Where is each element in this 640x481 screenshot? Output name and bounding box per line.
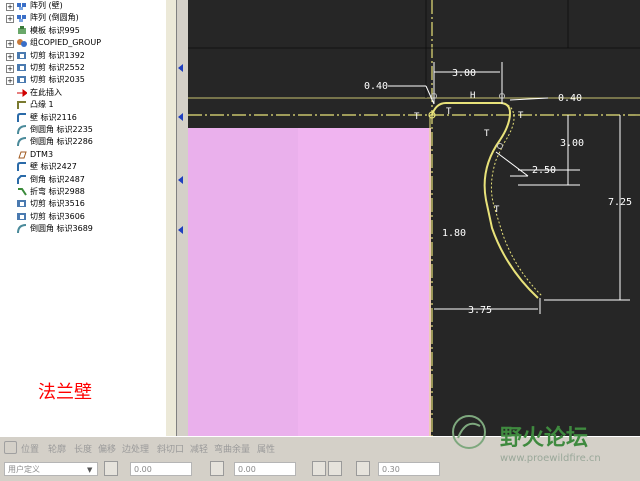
- graphics-window[interactable]: 3.00 0.40 0.40 3.00 2.50 7.25 1.80 3.75 …: [188, 0, 640, 436]
- constraint-tangent: T: [446, 107, 452, 117]
- flange-icon: [17, 100, 27, 110]
- expand-toggle-icon[interactable]: +: [6, 77, 14, 86]
- tree-item-label: 折弯 标识2988: [30, 187, 85, 196]
- constraint-tangent: T: [518, 111, 524, 121]
- chamfer-icon: [17, 174, 27, 185]
- flange-wall-annotation: 法兰壁: [38, 382, 92, 403]
- bend-radius-button[interactable]: [356, 461, 370, 476]
- tree-item-label: 在此插入: [30, 87, 62, 97]
- constraint-tangent: T: [484, 129, 490, 139]
- tree-item-label: 倒角 标识2487: [30, 174, 85, 184]
- cut-icon: [17, 199, 27, 209]
- wall-icon: [4, 441, 17, 454]
- tree-item-label: 切剪 标识3606: [30, 211, 85, 221]
- expand-toggle-icon[interactable]: +: [6, 3, 14, 11]
- constraint-tangent: T: [414, 112, 420, 122]
- expand-toggle-icon[interactable]: +: [6, 65, 14, 73]
- expand-toggle-icon[interactable]: +: [6, 15, 14, 24]
- flange-profile-offset: [490, 102, 543, 297]
- round-icon: [17, 224, 27, 234]
- tree-item-label: 切剪 标识3516: [30, 199, 85, 209]
- tree-item-label: 倒圆角 标识3689: [30, 224, 93, 234]
- tab-relief[interactable]: 减轻: [190, 442, 208, 455]
- wall-icon: [17, 162, 27, 172]
- length-side2-value: 0.00: [238, 465, 256, 474]
- chevron-down-icon[interactable]: ▼: [87, 466, 92, 474]
- tree-item-label: 壁 标识2116: [30, 112, 77, 122]
- tree-item-label: 组COPIED_GROUP: [30, 38, 102, 48]
- cut-icon: [17, 63, 27, 73]
- tree-item-label: 倒圆角 标识2286: [30, 137, 93, 147]
- model-tree: + 阵列 (壁) + 阵列 (倒圆角) 模板 标识995 + 组COPIED_GROUP + 切…: [0, 0, 177, 436]
- dim-offset-left[interactable]: 1.80: [442, 228, 466, 239]
- tab-properties[interactable]: 属性: [257, 442, 275, 455]
- cut-icon: [17, 212, 27, 222]
- length-side2-button[interactable]: [210, 461, 224, 476]
- length-side1-button[interactable]: [104, 461, 118, 476]
- tree-item-label: 阵列 (倒圆角): [30, 13, 79, 23]
- template-icon: [17, 25, 27, 36]
- collapse-arrow-icon[interactable]: [178, 113, 183, 121]
- tree-scrollbar[interactable]: [166, 0, 176, 436]
- tab-bend-allowance[interactable]: 弯曲余量: [214, 442, 250, 455]
- forum-watermark-title: 野火论坛: [500, 426, 589, 451]
- panel-splitter[interactable]: [177, 0, 188, 436]
- type-select-value: 用户定义: [8, 465, 40, 474]
- part-surface-shade: [188, 128, 298, 436]
- pattern-icon: [17, 13, 27, 23]
- thicken-button[interactable]: [312, 461, 326, 476]
- round-icon: [17, 137, 27, 147]
- round-icon: [17, 125, 27, 135]
- collapse-arrow-icon[interactable]: [178, 64, 183, 72]
- dim-radius-curve[interactable]: 2.50: [532, 165, 556, 176]
- dim-radius-right[interactable]: 0.40: [558, 93, 582, 104]
- forum-watermark-url: www.proewildfire.cn: [500, 453, 601, 464]
- forum-logo: [452, 415, 486, 449]
- length-side1-field[interactable]: 0.00: [130, 462, 192, 476]
- tree-item-label: DTM3: [30, 149, 54, 159]
- tree-item-label: 凸缘 1: [30, 100, 54, 110]
- tree-item-label: 壁 标识2427: [30, 162, 77, 172]
- length-side1-value: 0.00: [134, 465, 152, 474]
- vertex-markers: [431, 93, 505, 149]
- tree-item-label: 阵列 (壁): [30, 1, 63, 10]
- wall-icon: [17, 112, 27, 123]
- cut-icon: [17, 51, 27, 61]
- expand-toggle-icon[interactable]: +: [6, 52, 14, 61]
- tab-offset[interactable]: 偏移: [98, 442, 116, 455]
- expand-toggle-icon[interactable]: +: [6, 40, 14, 49]
- group-icon: [17, 38, 27, 48]
- tab-placement[interactable]: 位置: [21, 442, 39, 455]
- collapse-arrow-icon[interactable]: [178, 176, 183, 184]
- bend-radius-value: 0.30: [382, 465, 400, 474]
- sketch-view[interactable]: 3.00 0.40 0.40 3.00 2.50 7.25 1.80 3.75 …: [188, 0, 640, 436]
- constraint-horizontal: H: [470, 91, 475, 101]
- pattern-icon: [17, 1, 27, 11]
- bend-icon: [17, 187, 27, 197]
- constraint-tangent: T: [494, 205, 500, 215]
- datum-plane-icon: [17, 150, 27, 160]
- dim-length-bottom[interactable]: 3.75: [468, 305, 492, 316]
- collapse-arrow-icon[interactable]: [178, 226, 183, 234]
- tab-edge-treatment[interactable]: 边处理: [122, 442, 149, 455]
- cut-icon: [17, 75, 27, 85]
- bend-radius-field[interactable]: 0.30: [378, 462, 440, 476]
- dim-vertical-offset[interactable]: 3.00: [560, 138, 584, 149]
- tab-miter-cuts[interactable]: 斜切口: [157, 442, 184, 455]
- dim-width-top[interactable]: 3.00: [452, 68, 476, 79]
- insert-here-arrow-icon: [17, 88, 28, 98]
- length-side2-field[interactable]: 0.00: [234, 462, 296, 476]
- dim-radius-left[interactable]: 0.40: [364, 81, 388, 92]
- dim-height-total[interactable]: 7.25: [608, 197, 632, 208]
- tab-length[interactable]: 长度: [74, 442, 92, 455]
- tree-item-label: 倒圆角 标识2235: [30, 125, 93, 134]
- type-select[interactable]: 用户定义: [4, 462, 98, 476]
- tab-profile[interactable]: 轮廓: [48, 442, 66, 455]
- tree-item-label: 切剪 标识1392: [30, 50, 85, 60]
- tree-item-label: 切剪 标识2035: [30, 75, 85, 85]
- flip-button[interactable]: [328, 461, 342, 476]
- tree-item-label: 切剪 标识2552: [30, 63, 85, 72]
- tree-item-label: 模板 标识995: [30, 25, 80, 35]
